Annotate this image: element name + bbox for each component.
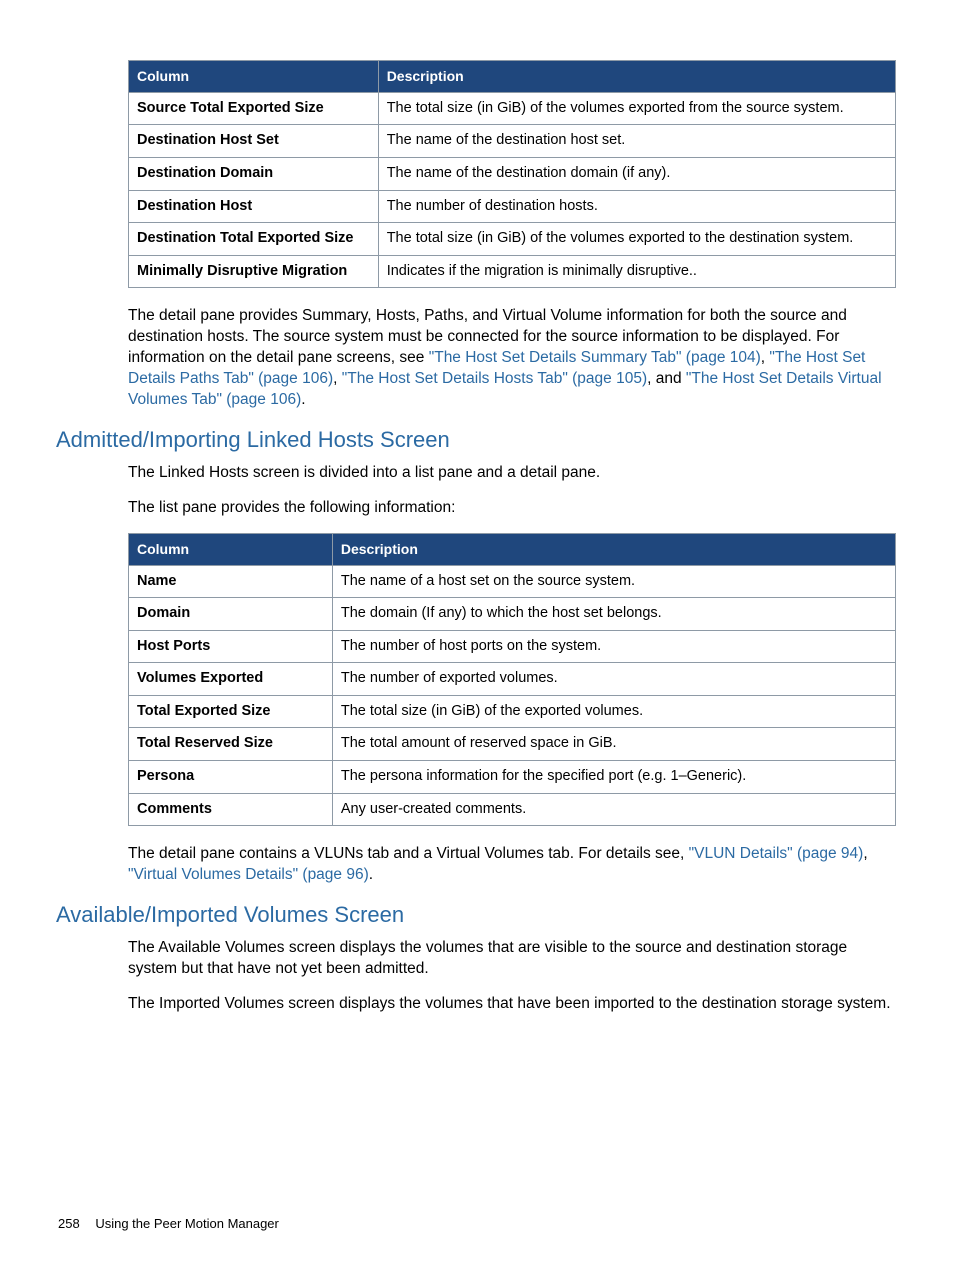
- table-row: Destination DomainThe name of the destin…: [129, 158, 896, 191]
- link-virtual-volumes-details[interactable]: "Virtual Volumes Details" (page 96): [128, 866, 369, 883]
- table-row: Total Reserved SizeThe total amount of r…: [129, 728, 896, 761]
- table-row: DomainThe domain (If any) to which the h…: [129, 598, 896, 631]
- table-host-set-columns: Column Description Source Total Exported…: [128, 60, 896, 288]
- column-name-cell: Destination Host Set: [129, 125, 379, 158]
- table-row: Destination Total Exported SizeThe total…: [129, 223, 896, 256]
- table2-body: NameThe name of a host set on the source…: [129, 565, 896, 826]
- description-cell: The persona information for the specifie…: [332, 760, 895, 793]
- table-row: Source Total Exported SizeThe total size…: [129, 92, 896, 125]
- table-row: NameThe name of a host set on the source…: [129, 565, 896, 598]
- linked-hosts-intro: The Linked Hosts screen is divided into …: [128, 463, 896, 484]
- detail-pane-tabs-paragraph: The detail pane contains a VLUNs tab and…: [128, 844, 896, 886]
- text: ,: [863, 845, 867, 862]
- column-name-cell: Total Reserved Size: [129, 728, 333, 761]
- link-summary-tab[interactable]: "The Host Set Details Summary Tab" (page…: [429, 349, 761, 366]
- description-cell: The total amount of reserved space in Gi…: [332, 728, 895, 761]
- table2-head-desc: Description: [332, 533, 895, 565]
- description-cell: The total size (in GiB) of the volumes e…: [378, 223, 895, 256]
- description-cell: The name of a host set on the source sys…: [332, 565, 895, 598]
- description-cell: The name of the destination domain (if a…: [378, 158, 895, 191]
- list-pane-intro: The list pane provides the following inf…: [128, 498, 896, 519]
- page-number: 258: [58, 1216, 80, 1231]
- table-row: Total Exported SizeThe total size (in Gi…: [129, 695, 896, 728]
- heading-available-imported: Available/Imported Volumes Screen: [56, 902, 896, 928]
- available-volumes-paragraph: The Available Volumes screen displays th…: [128, 938, 896, 980]
- column-name-cell: Host Ports: [129, 630, 333, 663]
- description-cell: Indicates if the migration is minimally …: [378, 255, 895, 288]
- table1-head-col: Column: [129, 61, 379, 93]
- text: .: [301, 391, 305, 408]
- description-cell: The number of exported volumes.: [332, 663, 895, 696]
- imported-volumes-paragraph: The Imported Volumes screen displays the…: [128, 994, 896, 1015]
- text: , and: [647, 370, 686, 387]
- table-row: CommentsAny user-created comments.: [129, 793, 896, 826]
- description-cell: Any user-created comments.: [332, 793, 895, 826]
- table-linked-hosts-columns: Column Description NameThe name of a hos…: [128, 533, 896, 826]
- table1-body: Source Total Exported SizeThe total size…: [129, 92, 896, 287]
- table-row: Destination HostThe number of destinatio…: [129, 190, 896, 223]
- table-row: Destination Host SetThe name of the dest…: [129, 125, 896, 158]
- heading-admitted-importing: Admitted/Importing Linked Hosts Screen: [56, 427, 896, 453]
- column-name-cell: Name: [129, 565, 333, 598]
- column-name-cell: Domain: [129, 598, 333, 631]
- description-cell: The total size (in GiB) of the exported …: [332, 695, 895, 728]
- column-name-cell: Source Total Exported Size: [129, 92, 379, 125]
- column-name-cell: Minimally Disruptive Migration: [129, 255, 379, 288]
- description-cell: The total size (in GiB) of the volumes e…: [378, 92, 895, 125]
- description-cell: The number of destination hosts.: [378, 190, 895, 223]
- text: ,: [333, 370, 342, 387]
- text: .: [369, 866, 373, 883]
- table-row: Volumes ExportedThe number of exported v…: [129, 663, 896, 696]
- table1-head-desc: Description: [378, 61, 895, 93]
- column-name-cell: Total Exported Size: [129, 695, 333, 728]
- column-name-cell: Persona: [129, 760, 333, 793]
- column-name-cell: Comments: [129, 793, 333, 826]
- text: The detail pane contains a VLUNs tab and…: [128, 845, 689, 862]
- page-footer: 258 Using the Peer Motion Manager: [58, 1216, 279, 1231]
- description-cell: The domain (If any) to which the host se…: [332, 598, 895, 631]
- column-name-cell: Volumes Exported: [129, 663, 333, 696]
- link-vlun-details[interactable]: "VLUN Details" (page 94): [689, 845, 864, 862]
- description-cell: The number of host ports on the system.: [332, 630, 895, 663]
- link-hosts-tab[interactable]: "The Host Set Details Hosts Tab" (page 1…: [342, 370, 647, 387]
- footer-section-title: Using the Peer Motion Manager: [95, 1216, 279, 1231]
- column-name-cell: Destination Domain: [129, 158, 379, 191]
- table-row: Host PortsThe number of host ports on th…: [129, 630, 896, 663]
- description-cell: The name of the destination host set.: [378, 125, 895, 158]
- detail-pane-paragraph: The detail pane provides Summary, Hosts,…: [128, 306, 896, 411]
- table-row: PersonaThe persona information for the s…: [129, 760, 896, 793]
- table-row: Minimally Disruptive MigrationIndicates …: [129, 255, 896, 288]
- table2-head-col: Column: [129, 533, 333, 565]
- column-name-cell: Destination Host: [129, 190, 379, 223]
- column-name-cell: Destination Total Exported Size: [129, 223, 379, 256]
